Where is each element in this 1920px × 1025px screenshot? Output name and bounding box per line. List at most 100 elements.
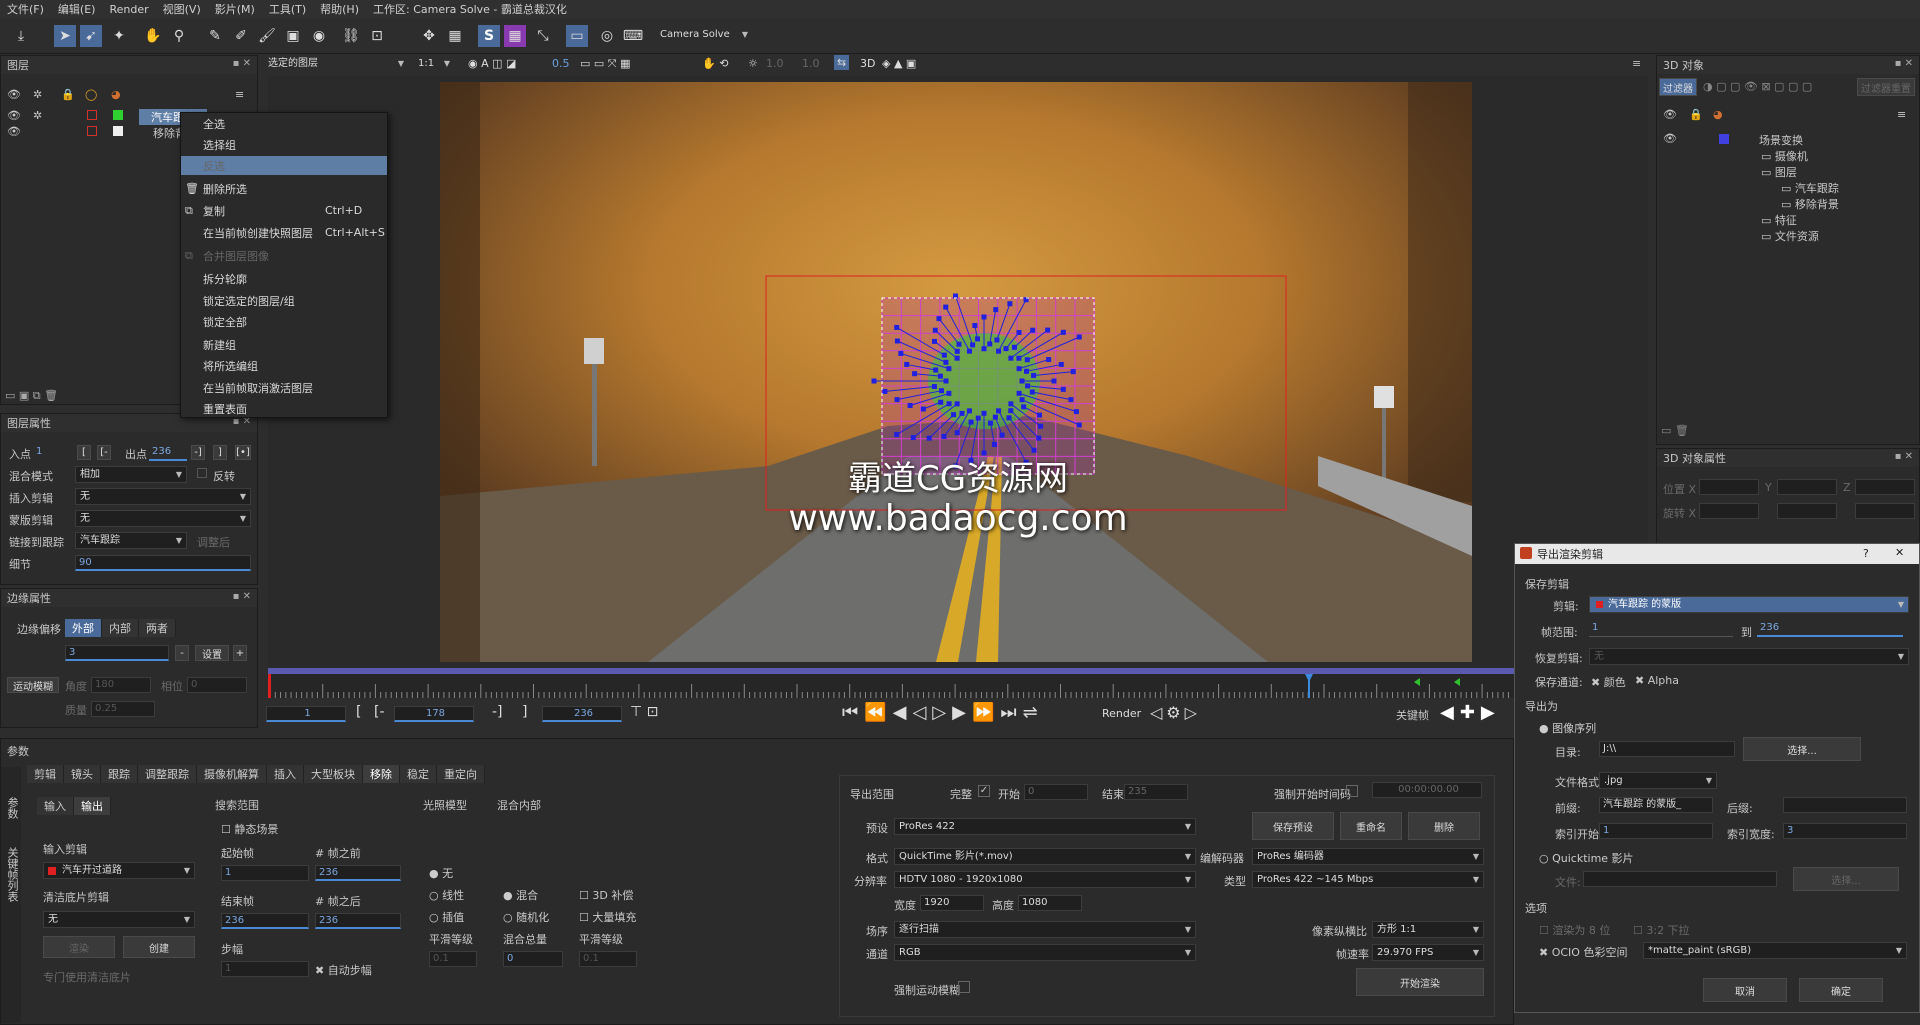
angle-input[interactable]: 180	[91, 677, 151, 693]
tab-clip[interactable]: 剪辑	[27, 765, 64, 783]
export-start-input[interactable]: 0	[1024, 784, 1088, 800]
create-clean-button[interactable]: 创建	[123, 936, 195, 958]
tree-features[interactable]: ▭ 特征	[1761, 212, 1797, 228]
menu-view[interactable]: 视图(V)	[156, 1, 208, 17]
out-frame-input[interactable]: 236	[542, 706, 622, 722]
tree-camera[interactable]: ▭ 摄像机	[1761, 148, 1808, 164]
panel-controls-icon[interactable]: ▪ ✕	[233, 58, 251, 69]
suffix-input[interactable]	[1783, 797, 1907, 813]
export-end-input[interactable]: 235	[1124, 784, 1188, 800]
quality-input[interactable]: 0.25	[91, 701, 155, 717]
corner-pin-icon[interactable]: ⤡	[532, 25, 554, 47]
in-point-input[interactable]: 1	[33, 445, 69, 461]
ctx-reset-surface[interactable]: 重置表面	[181, 399, 387, 418]
tab-inside[interactable]: 内部	[102, 619, 139, 637]
input-clip-select[interactable]: 汽车开过道路	[43, 862, 195, 879]
trim-icons[interactable]: ⊤ ⊡	[630, 704, 658, 720]
pulldown-checkbox[interactable]: ☐ 3:2 下拉	[1633, 922, 1690, 938]
bspline-tool-icon[interactable]: ✎	[204, 25, 226, 47]
value-1[interactable]: 1.0	[766, 57, 784, 70]
panel-menu-icon[interactable]: ≡	[1632, 57, 1641, 70]
force-timecode-checkbox[interactable]	[1346, 785, 1358, 797]
clean-plate-select[interactable]: 无	[43, 911, 195, 928]
ctx-merge-layers[interactable]: ⧉ 合并图层图像	[181, 246, 387, 265]
tree-layers[interactable]: ▭ 图层	[1761, 164, 1797, 180]
frames-before-input[interactable]: 236	[315, 865, 401, 881]
step-input[interactable]: 1	[221, 961, 309, 977]
goto-out-button[interactable]: -]	[191, 445, 205, 460]
align-tool-icon[interactable]: ⊡	[366, 25, 388, 47]
mode-3d-toggle[interactable]: 3D	[860, 57, 875, 70]
move-tool-icon[interactable]: ✥	[418, 25, 440, 47]
tab-camera-solve[interactable]: 摄像机解算	[197, 765, 267, 783]
menu-movie[interactable]: 影片(M)	[208, 1, 262, 17]
ok-button[interactable]: 确定	[1799, 978, 1883, 1002]
menu-tools[interactable]: 工具(T)	[262, 1, 313, 17]
ring-icon[interactable]: ◯	[85, 88, 97, 101]
lock-icon[interactable]: 🔒	[1689, 108, 1703, 121]
tab-input[interactable]: 输入	[37, 797, 74, 815]
ctx-duplicate[interactable]: ⧉ 复制 Ctrl+D	[181, 201, 387, 220]
invert-checkbox[interactable]	[197, 468, 207, 478]
static-scene-option[interactable]: ☐ 静态场景	[221, 821, 278, 837]
file-format-select[interactable]: .jpg	[1599, 772, 1717, 789]
goto-in-icon[interactable]: [-	[374, 704, 385, 720]
tab-outside[interactable]: 外部	[65, 619, 102, 637]
workspace-select[interactable]: Camera Solve	[656, 27, 752, 44]
tab-both[interactable]: 两者	[139, 619, 176, 637]
rot-z-input[interactable]	[1855, 503, 1915, 519]
tree-layer-car-track[interactable]: ▭ 汽车跟踪	[1781, 180, 1839, 196]
pos-z-input[interactable]	[1855, 479, 1915, 495]
hand-tool-icon[interactable]: ✋	[142, 25, 164, 47]
lock-icon[interactable]: 🔒	[61, 88, 75, 101]
eye-icon[interactable]: 👁	[7, 109, 21, 122]
edge-offset-input[interactable]: 3	[65, 645, 169, 661]
tab-lens[interactable]: 镜头	[64, 765, 101, 783]
point-tool-icon[interactable]: ✦	[108, 25, 130, 47]
brush-tool-icon[interactable]: 🖌	[256, 25, 278, 47]
height-input[interactable]: 1080	[1018, 895, 1082, 911]
gear-icon[interactable]: ✲	[33, 88, 42, 101]
blend-mode-select[interactable]: 相加	[75, 466, 187, 483]
color-wheel-icon[interactable]: ◕	[111, 88, 121, 101]
tree-scene-transform[interactable]: 场景变换	[1759, 132, 1803, 148]
detail-input[interactable]: 90	[75, 555, 251, 571]
pos-x-input[interactable]	[1699, 479, 1759, 495]
link-track-select[interactable]: 汽车跟踪	[75, 532, 187, 549]
decrement-button[interactable]: -	[175, 645, 189, 661]
width-input[interactable]: 1920	[920, 895, 984, 911]
rect-tool-icon[interactable]: ▣	[282, 25, 304, 47]
tab-adjust-track[interactable]: 调整跟踪	[138, 765, 197, 783]
auto-step-checkbox[interactable]: ✖ 自动步幅	[315, 962, 372, 978]
choose-file-button[interactable]: 选择...	[1793, 867, 1899, 891]
eye-icon[interactable]: 👁	[1663, 108, 1677, 121]
goto-out-icon[interactable]: -]	[492, 704, 503, 720]
comp-3d-checkbox[interactable]: ☐ 3D 补偿	[579, 887, 633, 903]
force-motion-blur-checkbox[interactable]	[958, 981, 970, 993]
eye-icon[interactable]: 👁	[7, 88, 21, 101]
quicktime-radio[interactable]: ○ Quicktime 影片	[1539, 850, 1634, 866]
cancel-button[interactable]: 取消	[1703, 978, 1787, 1002]
resolution-select[interactable]: HDTV 1080 - 1920x1080	[894, 871, 1196, 888]
light-interp-radio[interactable]: ○ 插值	[429, 909, 464, 925]
eye-icon[interactable]: 👁	[7, 125, 21, 138]
overlay-icons[interactable]: ◈ ▲ ▣	[882, 57, 916, 70]
tree-file-assets[interactable]: ▭ 文件资源	[1761, 228, 1819, 244]
ellipse-tool-icon[interactable]: ◉	[308, 25, 330, 47]
panel-controls-icon[interactable]: ▪ ✕	[1895, 451, 1913, 462]
side-tab-keyframes[interactable]: 关键帧列表	[4, 847, 20, 902]
index-start-input[interactable]: 1	[1599, 823, 1713, 839]
choose-directory-button[interactable]: 选择...	[1743, 737, 1861, 761]
start-render-button[interactable]: 开始渲染	[1356, 968, 1484, 996]
tab-output[interactable]: 输出	[74, 797, 111, 815]
color-wheel-icon[interactable]: ◕	[1713, 108, 1723, 121]
image-sequence-radio[interactable]: ● 图像序列	[1539, 720, 1596, 736]
pixel-aspect-select[interactable]: 方形 1:1	[1372, 921, 1484, 938]
tree-layer-remove-bg[interactable]: ▭ 移除背景	[1781, 196, 1839, 212]
layer-actions-icons[interactable]: ▭ ▣ ⧉ 🗑	[5, 389, 58, 403]
ctx-deactivate-layer[interactable]: 在当前帧取消激活图层	[181, 378, 387, 397]
cam-lens-icon[interactable]: ◎	[596, 25, 618, 47]
camera-icon[interactable]: ⌨	[622, 25, 644, 47]
light-linear-radio[interactable]: ○ 线性	[429, 887, 464, 903]
object-actions-icons[interactable]: ▭ 🗑	[1661, 424, 1689, 437]
